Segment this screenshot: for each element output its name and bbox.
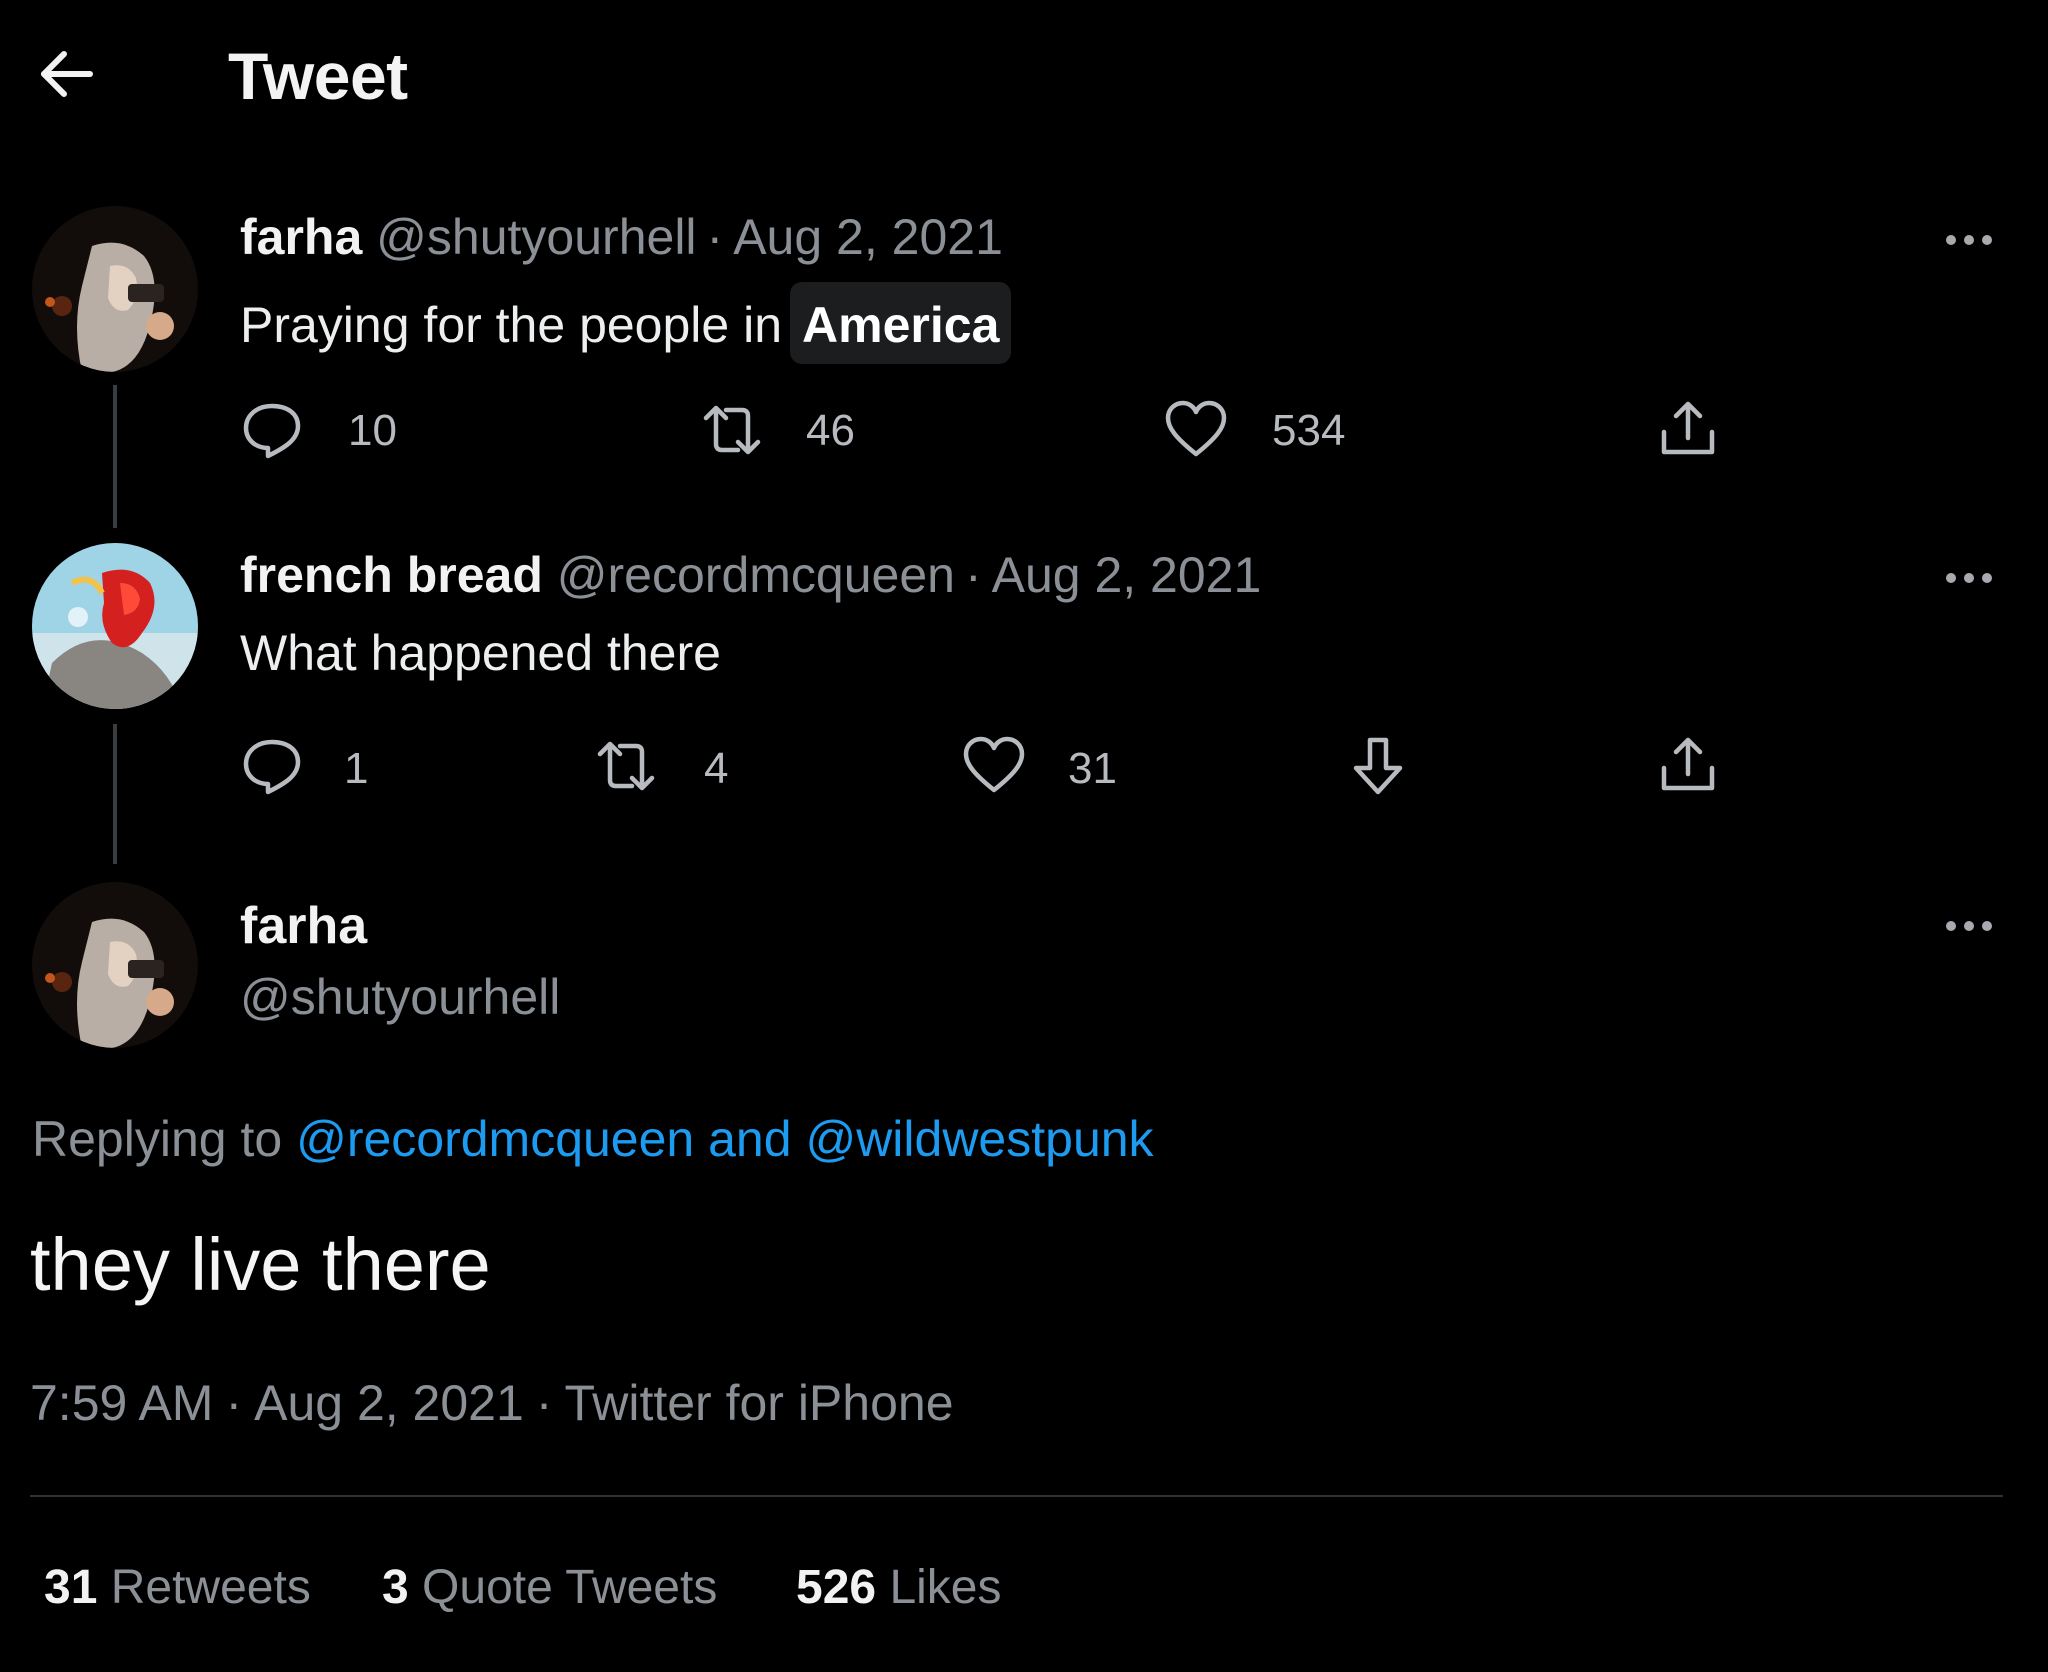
dot-icon (1964, 573, 1974, 583)
back-button[interactable] (36, 44, 96, 104)
tweet-date[interactable]: Aug 2, 2021 (254, 1375, 524, 1431)
dot-icon (1964, 235, 1974, 245)
thread-line (113, 724, 117, 864)
arrow-down-icon (1353, 737, 1403, 795)
share-button[interactable] (1656, 734, 1720, 798)
likes-label: Likes (889, 1561, 1002, 1614)
reply-button[interactable] (240, 734, 304, 798)
reply-count: 10 (348, 406, 397, 455)
quote-tweets-stat[interactable]: 3 Quote Tweets (382, 1560, 717, 1615)
avatar[interactable] (32, 882, 198, 1048)
tweet-date[interactable]: Aug 2, 2021 (733, 209, 1003, 265)
author-handle[interactable]: @shutyourhell (376, 209, 696, 265)
replying-prefix: Replying to (32, 1111, 283, 1167)
dot-icon (1946, 921, 1956, 931)
like-button[interactable] (962, 734, 1026, 798)
retweet-count: 46 (806, 406, 855, 455)
tweet-time[interactable]: 7:59 AM (30, 1375, 213, 1431)
reply-count: 1 (344, 744, 369, 793)
tweet-text: Praying for the people in America (240, 282, 1012, 364)
heart-icon (1165, 400, 1227, 457)
separator: · (964, 547, 982, 603)
author-name[interactable]: farha (240, 896, 367, 956)
avatar-image (32, 543, 198, 709)
thread-line (113, 385, 117, 528)
like-count: 534 (1272, 406, 1346, 455)
tweet-meta: 7:59 AM · Aug 2, 2021 · Twitter for iPhone (30, 1374, 954, 1432)
retweet-icon (703, 405, 761, 455)
author-name[interactable]: french bread (240, 547, 543, 603)
reply-icon (243, 403, 301, 459)
divider (30, 1495, 2003, 1497)
dot-icon (1982, 235, 1992, 245)
more-options-button[interactable] (1946, 570, 2006, 586)
retweet-button[interactable] (594, 734, 658, 798)
likes-stat[interactable]: 526 Likes (796, 1560, 1002, 1615)
avatar-image (32, 882, 198, 1048)
avatar[interactable] (32, 543, 198, 709)
tweet-text: they live there (30, 1223, 491, 1306)
dot-icon (1946, 573, 1956, 583)
reply-icon (243, 739, 301, 795)
avatar-image (32, 206, 198, 372)
dot-icon (1982, 573, 1992, 583)
quotes-count: 3 (382, 1561, 409, 1614)
tweet-source[interactable]: Twitter for iPhone (564, 1375, 953, 1431)
retweet-count: 4 (704, 744, 729, 793)
replying-users-link[interactable]: @recordmcqueen and @wildwestpunk (296, 1111, 1154, 1167)
reply-button[interactable] (240, 398, 304, 462)
retweets-label: Retweets (110, 1561, 311, 1614)
more-options-button[interactable] (1946, 918, 2006, 934)
author-handle[interactable]: @shutyourhell (240, 968, 560, 1026)
share-button[interactable] (1656, 398, 1720, 462)
share-icon (1661, 401, 1715, 455)
dot-icon (1946, 235, 1956, 245)
author-handle[interactable]: @recordmcqueen (557, 547, 955, 603)
arrow-left-icon (41, 51, 93, 97)
likes-count: 526 (796, 1561, 877, 1614)
retweets-stat[interactable]: 31 Retweets (44, 1560, 311, 1615)
separator: · (535, 1375, 553, 1431)
more-options-button[interactable] (1946, 232, 2006, 248)
retweet-icon (597, 741, 655, 791)
tweet-header: farha @shutyourhell · Aug 2, 2021 (240, 208, 1003, 266)
tweet-date[interactable]: Aug 2, 2021 (992, 547, 1262, 603)
author-name[interactable]: farha (240, 209, 362, 265)
dot-icon (1982, 921, 1992, 931)
quotes-label: Quote Tweets (422, 1561, 718, 1614)
retweet-button[interactable] (700, 398, 764, 462)
avatar[interactable] (32, 206, 198, 372)
retweets-count: 31 (44, 1561, 98, 1614)
separator: · (225, 1375, 243, 1431)
separator: · (706, 209, 724, 265)
like-count: 31 (1068, 744, 1117, 793)
share-icon (1661, 737, 1715, 791)
tweet-text: What happened there (240, 625, 721, 681)
tweet-header: french bread @recordmcqueen · Aug 2, 2021 (240, 546, 1261, 604)
tweet-text-body: Praying for the people in (240, 297, 783, 353)
dot-icon (1964, 921, 1974, 931)
page-title: Tweet (228, 39, 408, 113)
highlighted-word: America (790, 282, 1012, 364)
heart-icon (963, 736, 1025, 793)
like-button[interactable] (1164, 398, 1228, 462)
downvote-button[interactable] (1346, 734, 1410, 798)
replying-to: Replying to @recordmcqueen and @wildwest… (32, 1110, 1154, 1168)
